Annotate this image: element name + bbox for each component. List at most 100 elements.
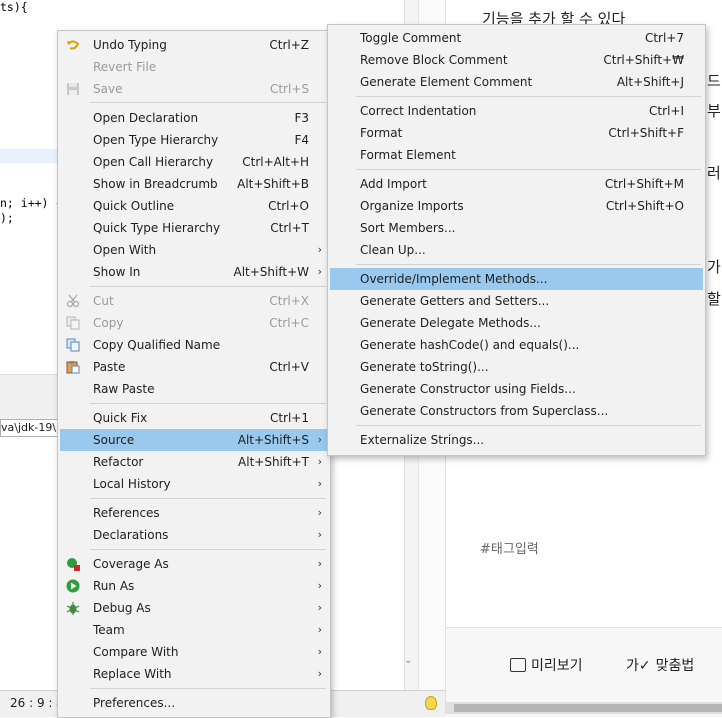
menu-item-quick-outline[interactable]: Quick Outline Ctrl+O <box>60 195 328 217</box>
blog-text-line: 할 <box>707 290 721 308</box>
chevron-right-icon: › <box>317 243 322 256</box>
cut-icon <box>66 294 80 308</box>
menu-item-raw-paste[interactable]: Raw Paste <box>60 378 328 400</box>
chevron-right-icon: › <box>317 506 322 519</box>
menu-separator <box>90 549 326 550</box>
copy-icon <box>66 316 80 330</box>
scroll-down-icon[interactable]: ⌄ <box>404 655 412 666</box>
menu-separator <box>356 264 701 265</box>
chevron-right-icon: › <box>317 623 322 636</box>
menu-item-copy-qualified-name[interactable]: Copy Qualified Name <box>60 334 328 356</box>
menu-item-open-type-hierarchy[interactable]: Open Type Hierarchy F4 <box>60 129 328 151</box>
preview-button[interactable]: 미리보기 <box>510 655 583 675</box>
chevron-right-icon: › <box>317 645 322 658</box>
submenu-item-toggle-comment[interactable]: Toggle Comment Ctrl+7 <box>330 27 703 49</box>
menu-item-show-in-breadcrumb[interactable]: Show in Breadcrumb Alt+Shift+B <box>60 173 328 195</box>
submenu-item-format-element[interactable]: Format Element <box>330 144 703 166</box>
blog-text-line: 드 <box>707 72 721 90</box>
menu-separator <box>90 688 326 689</box>
submenu-item-generate-constructors-superclass[interactable]: Generate Constructors from Superclass... <box>330 400 703 422</box>
submenu-item-correct-indentation[interactable]: Correct Indentation Ctrl+I <box>330 100 703 122</box>
menu-item-run-as[interactable]: Run As › <box>60 575 328 597</box>
menu-separator <box>90 286 326 287</box>
coverage-icon <box>67 558 80 571</box>
menu-item-source[interactable]: Source Alt+Shift+S › <box>60 429 328 451</box>
chevron-right-icon: › <box>317 265 322 278</box>
menu-separator <box>90 102 326 103</box>
menu-separator <box>356 425 701 426</box>
save-icon <box>67 83 79 95</box>
blog-text-line: 부 <box>707 102 721 120</box>
menu-item-undo-typing[interactable]: Undo Typing Ctrl+Z <box>60 34 328 56</box>
preview-label: 미리보기 <box>531 658 583 674</box>
menu-item-cut[interactable]: Cut Ctrl+X <box>60 290 328 312</box>
code-line: ts){ <box>0 0 28 14</box>
menu-item-references[interactable]: References › <box>60 502 328 524</box>
cursor-position: 26 : 9 : 4 <box>10 696 64 710</box>
chevron-right-icon: › <box>317 579 322 592</box>
breadcrumb[interactable]: va\jdk-19\ <box>0 419 62 437</box>
chevron-right-icon: › <box>317 601 322 614</box>
menu-separator <box>356 169 701 170</box>
spellcheck-icon: 가✓ <box>626 658 651 674</box>
spellcheck-button[interactable]: 가✓ 맞춤법 <box>626 655 694 675</box>
chevron-right-icon: › <box>317 477 322 490</box>
menu-item-paste[interactable]: Paste Ctrl+V <box>60 356 328 378</box>
blog-text-line: 러 <box>707 164 721 182</box>
menu-separator <box>356 96 701 97</box>
code-line: ); <box>0 211 14 225</box>
submenu-item-format[interactable]: Format Ctrl+Shift+F <box>330 122 703 144</box>
menu-item-open-declaration[interactable]: Open Declaration F3 <box>60 107 328 129</box>
menu-item-save[interactable]: Save Ctrl+S <box>60 78 328 100</box>
lightbulb-icon[interactable] <box>425 696 437 710</box>
submenu-item-generate-tostring[interactable]: Generate toString()... <box>330 356 703 378</box>
monitor-icon <box>510 658 526 672</box>
submenu-item-externalize-strings[interactable]: Externalize Strings... <box>330 429 703 451</box>
source-submenu: Toggle Comment Ctrl+7 Remove Block Comme… <box>327 24 706 456</box>
blog-scroll-thumb[interactable] <box>454 704 722 712</box>
submenu-item-sort-members[interactable]: Sort Members... <box>330 217 703 239</box>
paste-icon <box>66 361 80 374</box>
submenu-item-generate-element-comment[interactable]: Generate Element Comment Alt+Shift+J <box>330 71 703 93</box>
submenu-item-override-implement-methods[interactable]: Override/Implement Methods... <box>330 268 703 290</box>
submenu-item-generate-constructor-fields[interactable]: Generate Constructor using Fields... <box>330 378 703 400</box>
submenu-item-generate-getters-setters[interactable]: Generate Getters and Setters... <box>330 290 703 312</box>
chevron-right-icon: › <box>317 455 322 468</box>
copy-qualified-icon <box>66 338 80 352</box>
menu-item-open-call-hierarchy[interactable]: Open Call Hierarchy Ctrl+Alt+H <box>60 151 328 173</box>
menu-item-replace-with[interactable]: Replace With › <box>60 663 328 685</box>
chevron-right-icon: › <box>317 433 322 446</box>
tag-input[interactable]: #태그입력 <box>480 538 539 557</box>
undo-icon <box>67 40 80 50</box>
menu-item-revert-file[interactable]: Revert File <box>60 56 328 78</box>
submenu-item-generate-delegate-methods[interactable]: Generate Delegate Methods... <box>330 312 703 334</box>
spellcheck-label: 맞춤법 <box>655 658 695 674</box>
chevron-right-icon: › <box>317 667 322 680</box>
submenu-item-add-import[interactable]: Add Import Ctrl+Shift+M <box>330 173 703 195</box>
menu-item-quick-fix[interactable]: Quick Fix Ctrl+1 <box>60 407 328 429</box>
menu-item-quick-type-hierarchy[interactable]: Quick Type Hierarchy Ctrl+T <box>60 217 328 239</box>
menu-item-open-with[interactable]: Open With › <box>60 239 328 261</box>
menu-item-team[interactable]: Team › <box>60 619 328 641</box>
run-icon <box>66 579 80 593</box>
submenu-item-organize-imports[interactable]: Organize Imports Ctrl+Shift+O <box>330 195 703 217</box>
menu-item-refactor[interactable]: Refactor Alt+Shift+T › <box>60 451 328 473</box>
submenu-item-clean-up[interactable]: Clean Up... <box>330 239 703 261</box>
menu-item-declarations[interactable]: Declarations › <box>60 524 328 546</box>
code-line: n; i++) { <box>0 196 63 210</box>
context-menu: Undo Typing Ctrl+Z Revert File Save Ctrl… <box>57 30 331 718</box>
submenu-item-generate-hashcode-equals[interactable]: Generate hashCode() and equals()... <box>330 334 703 356</box>
menu-separator <box>90 403 326 404</box>
chevron-right-icon: › <box>317 528 322 541</box>
menu-item-local-history[interactable]: Local History › <box>60 473 328 495</box>
menu-item-debug-as[interactable]: Debug As › <box>60 597 328 619</box>
menu-separator <box>90 498 326 499</box>
menu-item-copy[interactable]: Copy Ctrl+C <box>60 312 328 334</box>
submenu-item-remove-block-comment[interactable]: Remove Block Comment Ctrl+Shift+₩ <box>330 49 703 71</box>
menu-item-coverage-as[interactable]: Coverage As › <box>60 553 328 575</box>
chevron-right-icon: › <box>317 557 322 570</box>
debug-icon <box>66 602 80 615</box>
menu-item-show-in[interactable]: Show In Alt+Shift+W › <box>60 261 328 283</box>
menu-item-compare-with[interactable]: Compare With › <box>60 641 328 663</box>
menu-item-preferences[interactable]: Preferences... <box>60 692 328 714</box>
